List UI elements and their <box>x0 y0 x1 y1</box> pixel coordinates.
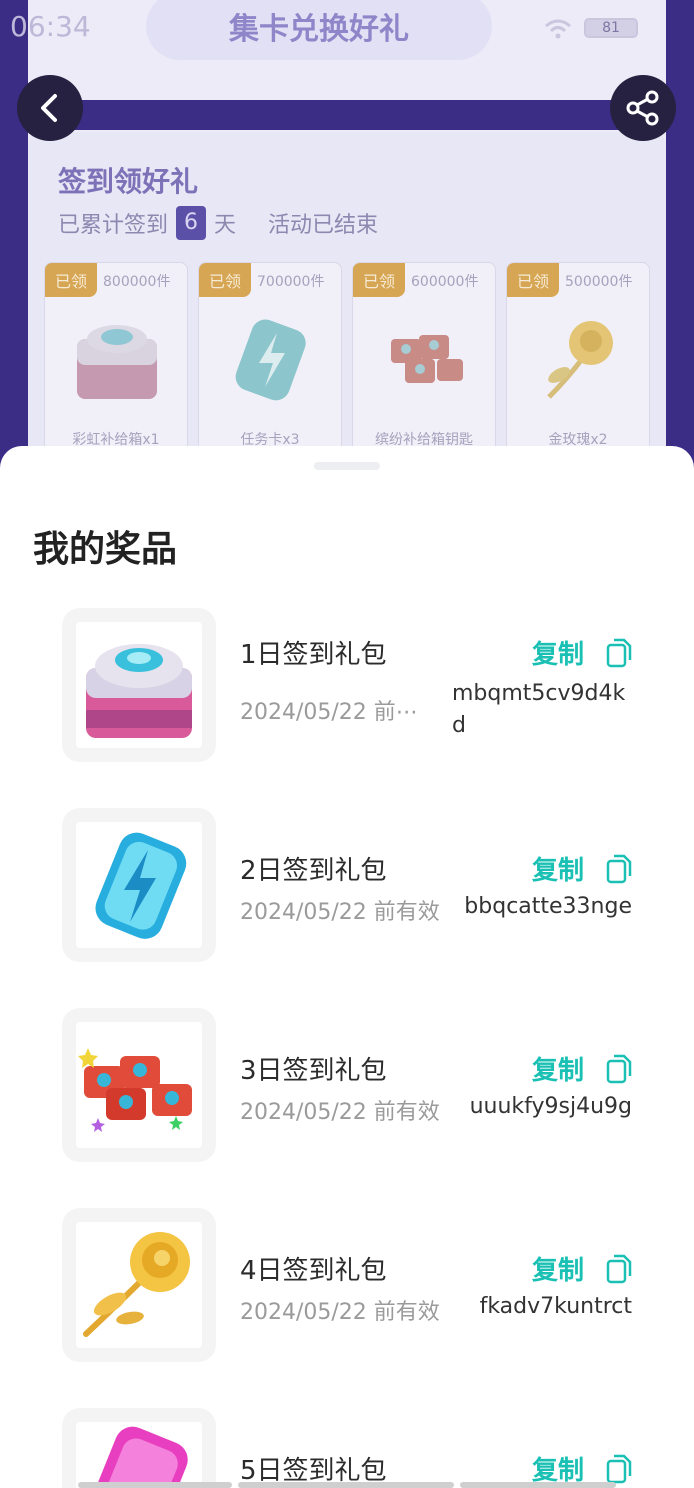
pink-card-icon <box>90 1426 188 1488</box>
scroll-indicator <box>78 1482 232 1488</box>
prize-name: 2日签到礼包 <box>240 856 387 886</box>
redeem-code: mbqmt5cv9d4kd <box>452 681 626 738</box>
redeem-code: uuukfy9sj4u9g <box>469 1094 632 1119</box>
copy-label: 复制 <box>531 1256 584 1286</box>
status-time: 06:34 <box>10 10 91 43</box>
signin-subtitle: 已累计签到 6 天 活动已结束 <box>58 206 378 240</box>
prize-item: 3日签到礼包 2024/05/22 前有效 复制 uuukfy9sj4u9g <box>62 1008 662 1164</box>
reward-count: 700000件 <box>257 274 325 290</box>
back-arrow-icon <box>41 94 57 122</box>
rainbow-box-icon <box>86 644 192 738</box>
claimed-tag: 已领 <box>199 263 251 297</box>
copy-label: 复制 <box>531 640 584 670</box>
prize-item: 4日签到礼包 2024/05/22 前有效 复制 fkadv7kuntrct <box>62 1208 662 1364</box>
prize-name: 1日签到礼包 <box>240 640 387 670</box>
reward-tile[interactable]: 已领 800000件 彩虹补给箱x1 <box>44 262 188 462</box>
copy-icon <box>606 1454 632 1483</box>
signin-suffix: 天 <box>214 213 237 238</box>
header-band <box>28 100 666 130</box>
copy-label: 复制 <box>531 1056 584 1086</box>
prize-thumbnail <box>62 1008 216 1162</box>
signin-card: 签到领好礼 已累计签到 6 天 活动已结束 已领 800000件 彩虹补给箱x1… <box>28 132 666 470</box>
drag-handle[interactable] <box>314 462 380 470</box>
sheet-title: 我的奖品 <box>33 529 178 570</box>
battery-icon: 81 <box>584 18 638 38</box>
reward-count: 600000件 <box>411 274 479 290</box>
copy-button[interactable]: 复制 <box>532 850 632 887</box>
gold-rose-icon <box>83 1232 190 1337</box>
task-card-icon <box>235 319 306 401</box>
reward-tile[interactable]: 已领 700000件 任务卡x3 <box>198 262 342 462</box>
claimed-tag: 已领 <box>45 263 97 297</box>
signin-prefix: 已累计签到 <box>58 213 169 238</box>
prize-valid-date: 2024/05/22 前有效 <box>240 1100 440 1125</box>
prize-item: 1日签到礼包 2024/05/22 前⋯ 复制 mbqmt5cv9d4kd <box>62 608 662 764</box>
my-prizes-sheet: 我的奖品 1日签到礼包 2024/05/22 前⋯ 复制 mbqmt5cv9d4… <box>0 446 694 1488</box>
copy-icon <box>606 854 632 883</box>
signin-days: 6 <box>176 206 207 240</box>
background-page: 06:34 集卡兑换好礼 81 签到领好礼 已累计签到 6 天 活动已结束 已领… <box>0 0 694 470</box>
reward-count: 500000件 <box>565 274 633 290</box>
claimed-tag: 已领 <box>507 263 559 297</box>
prize-thumbnail <box>62 608 216 762</box>
gold-rose-icon <box>547 321 613 399</box>
keys-icon <box>391 335 463 383</box>
prize-thumbnail <box>62 808 216 962</box>
copy-label: 复制 <box>531 856 584 886</box>
scroll-indicator <box>238 1482 454 1488</box>
prize-valid-date: 2024/05/22 前有效 <box>240 1300 440 1325</box>
prize-thumbnail <box>62 1408 216 1488</box>
share-button[interactable] <box>610 75 676 141</box>
reward-tile[interactable]: 已领 500000件 金玫瑰x2 <box>506 262 650 462</box>
scroll-indicator <box>460 1482 616 1488</box>
copy-button[interactable]: 复制 <box>532 634 632 671</box>
redeem-code: fkadv7kuntrct <box>479 1294 632 1319</box>
wifi-icon <box>545 19 571 39</box>
task-card-icon <box>95 832 187 939</box>
keys-icon <box>78 1048 192 1132</box>
reward-tile[interactable]: 已领 600000件 缤纷补给箱钥匙 <box>352 262 496 462</box>
share-icon <box>626 90 659 126</box>
redeem-code: bbqcatte33nge <box>464 894 632 919</box>
reward-count: 800000件 <box>103 274 171 290</box>
copy-icon <box>606 1254 632 1283</box>
prize-thumbnail <box>62 1208 216 1362</box>
prize-name: 3日签到礼包 <box>240 1056 387 1086</box>
claimed-tag: 已领 <box>353 263 405 297</box>
signin-title: 签到领好礼 <box>58 165 199 198</box>
page-title: 集卡兑换好礼 <box>146 0 492 60</box>
prize-name: 4日签到礼包 <box>240 1256 387 1286</box>
back-button[interactable] <box>17 75 83 141</box>
signin-status: 活动已结束 <box>268 213 379 238</box>
copy-button[interactable]: 复制 <box>532 1050 632 1087</box>
prize-item: 5日签到礼包 复制 <box>62 1408 662 1488</box>
prize-item: 2日签到礼包 2024/05/22 前有效 复制 bbqcatte33nge <box>62 808 662 964</box>
prize-valid-date: 2024/05/22 前⋯ <box>240 700 418 725</box>
copy-icon <box>606 638 632 667</box>
copy-button[interactable]: 复制 <box>532 1250 632 1287</box>
rainbow-box-icon <box>77 325 157 399</box>
copy-icon <box>606 1054 632 1083</box>
prize-valid-date: 2024/05/22 前有效 <box>240 900 440 925</box>
